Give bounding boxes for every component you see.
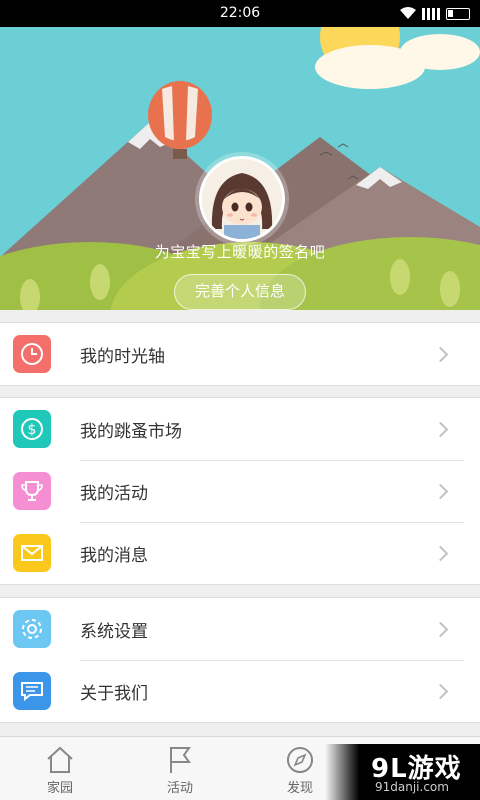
envelope-icon — [13, 534, 51, 572]
menu-item-timeline[interactable]: 我的时光轴 — [0, 323, 480, 385]
menu-item-messages[interactable]: 我的消息 — [0, 522, 480, 584]
chevron-right-icon — [432, 621, 449, 637]
menu-item-flea-market[interactable]: $ 我的跳蚤市场 — [0, 398, 480, 460]
nav-label: 家园 — [46, 781, 73, 796]
signature-text[interactable]: 为宝宝写上暖暖的签名吧 — [0, 241, 480, 262]
menu-group-system: 系统设置 关于我们 — [0, 597, 480, 723]
menu-item-settings[interactable]: 系统设置 — [0, 598, 480, 660]
trophy-icon — [13, 472, 51, 510]
girl-avatar-icon — [202, 159, 282, 239]
chevron-right-icon — [432, 421, 449, 437]
avatar[interactable] — [199, 156, 285, 242]
chevron-right-icon — [432, 346, 449, 362]
chevron-right-icon — [432, 545, 449, 561]
battery-icon — [446, 7, 470, 20]
menu-item-label: 关于我们 — [80, 683, 148, 704]
profile-banner: 为宝宝写上暖暖的签名吧 完善个人信息 — [0, 27, 480, 310]
status-icons — [400, 7, 470, 20]
menu-item-activities[interactable]: 我的活动 — [0, 460, 480, 522]
signal-icon — [422, 7, 440, 20]
chevron-right-icon — [432, 683, 449, 699]
nav-tab-home[interactable]: 家园 — [0, 737, 120, 800]
menu-item-label: 我的跳蚤市场 — [80, 421, 182, 442]
menu-group-timeline: 我的时光轴 — [0, 322, 480, 386]
menu-item-label: 我的时光轴 — [80, 346, 165, 367]
menu-item-label: 我的活动 — [80, 483, 148, 504]
clock-icon — [13, 335, 51, 373]
svg-text:$: $ — [28, 422, 37, 438]
nav-tab-activities[interactable]: 活动 — [120, 737, 240, 800]
chevron-right-icon — [432, 483, 449, 499]
menu-item-label: 我的消息 — [80, 545, 148, 566]
watermark-url: 91danji.com — [375, 780, 449, 794]
status-bar: 22:06 — [0, 0, 480, 27]
compass-icon — [287, 747, 313, 773]
wifi-icon — [400, 7, 416, 19]
home-icon — [47, 746, 73, 773]
dollar-icon: $ — [13, 410, 51, 448]
gear-icon — [13, 610, 51, 648]
nav-label: 活动 — [166, 781, 193, 796]
menu-item-label: 系统设置 — [80, 621, 148, 642]
complete-profile-button[interactable]: 完善个人信息 — [174, 274, 306, 310]
watermark: 9L游戏 91danji.com — [325, 744, 480, 800]
menu-item-about[interactable]: 关于我们 — [0, 660, 480, 722]
chat-icon — [13, 672, 51, 710]
menu-group-personal: $ 我的跳蚤市场 我的活动 我的消息 — [0, 397, 480, 585]
flag-icon — [170, 747, 191, 773]
